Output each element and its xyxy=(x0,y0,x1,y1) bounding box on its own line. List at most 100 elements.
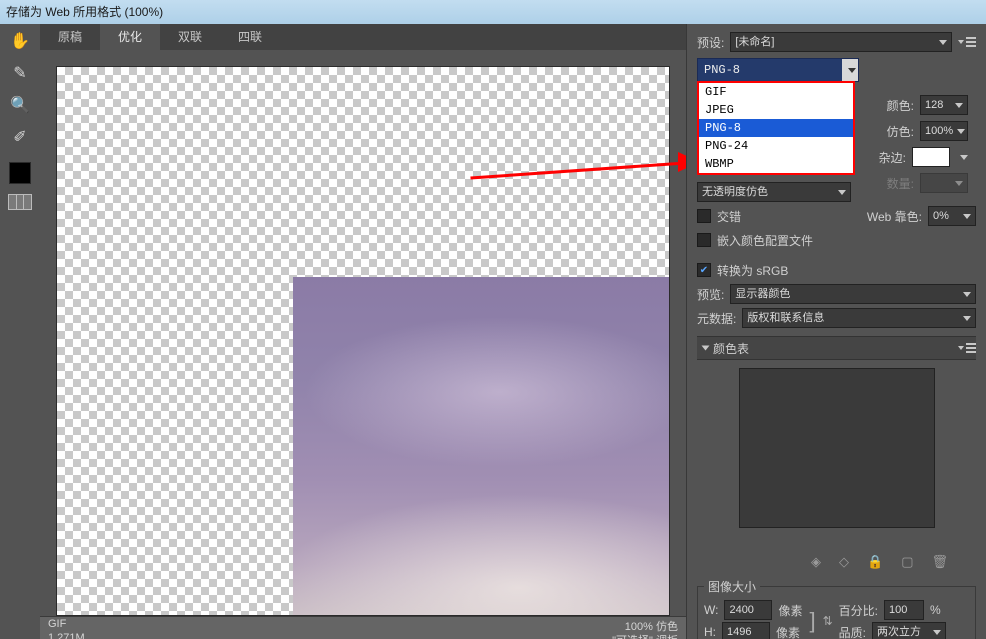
quality-value: 两次立方 xyxy=(877,622,921,639)
colors-label: 颜色: xyxy=(887,97,914,114)
preview-value: 显示器颜色 xyxy=(735,284,790,304)
format-option-wbmp[interactable]: WBMP xyxy=(699,155,853,173)
preset-label: 预设: xyxy=(697,34,724,51)
color-table-menu-button[interactable] xyxy=(958,342,976,354)
ct-lock-icon[interactable]: 🔒 xyxy=(867,554,883,570)
canvas[interactable] xyxy=(56,66,670,616)
hand-tool-icon[interactable]: ✋ xyxy=(7,30,33,52)
chevron-down-icon xyxy=(963,214,971,219)
settings-panel: 预设: [未命名] PNG-8 GIF JPEG PNG-8 PNG-24 WB… xyxy=(686,24,986,639)
ct-btn-1[interactable]: ◈ xyxy=(811,554,821,570)
quality-select[interactable]: 两次立方 xyxy=(872,622,946,639)
color-table-header[interactable]: 颜色表 xyxy=(697,336,976,360)
format-option-png8[interactable]: PNG-8 xyxy=(699,119,853,137)
zoom-tool-icon[interactable]: 🔍 xyxy=(7,94,33,116)
metadata-value: 版权和联系信息 xyxy=(747,308,824,328)
colors-select[interactable]: 128 xyxy=(920,95,968,115)
dither-value: 100% xyxy=(925,121,953,141)
slice-visibility-icon[interactable] xyxy=(8,194,32,210)
convert-srgb-label: 转换为 sRGB xyxy=(717,262,788,279)
height-unit: 像素 xyxy=(776,624,800,639)
height-label: H: xyxy=(704,625,716,639)
interlaced-label: 交错 xyxy=(717,208,741,225)
convert-srgb-checkbox[interactable]: ✔ xyxy=(697,263,711,277)
embed-profile-label: 嵌入颜色配置文件 xyxy=(717,232,813,249)
chevron-down-icon xyxy=(838,190,846,195)
chevron-down-icon xyxy=(963,292,971,297)
quality-label: 品质: xyxy=(839,624,866,639)
width-input[interactable] xyxy=(724,600,772,620)
status-palette: "可选择" 调板 xyxy=(612,632,678,639)
percent-label: 百分比: xyxy=(839,602,878,619)
center-column: 原稿 优化 双联 四联 GIF 1.271M 100% 仿色 "可选择" 调板 xyxy=(40,24,686,639)
ct-new-icon[interactable]: ▢ xyxy=(901,554,913,570)
tab-optimized[interactable]: 优化 xyxy=(100,24,160,50)
height-input[interactable] xyxy=(722,622,770,639)
tab-4up[interactable]: 四联 xyxy=(220,24,280,50)
format-select[interactable]: PNG-8 xyxy=(697,58,859,82)
eyedropper-tool-icon[interactable]: ✐ xyxy=(7,126,33,148)
collapse-icon xyxy=(702,346,710,351)
chevron-down-icon xyxy=(955,181,963,186)
format-option-jpeg[interactable]: JPEG xyxy=(699,101,853,119)
image-size-group: 图像大小 W: 像素 H: 像素 ] ⇅ xyxy=(697,578,976,639)
width-label: W: xyxy=(704,603,718,617)
format-option-png24[interactable]: PNG-24 xyxy=(699,137,853,155)
matte-label: 杂边: xyxy=(879,149,906,166)
tab-original[interactable]: 原稿 xyxy=(40,24,100,50)
embed-profile-checkbox[interactable] xyxy=(697,233,711,247)
tab-2up[interactable]: 双联 xyxy=(160,24,220,50)
image-content xyxy=(293,277,669,615)
dither-select[interactable]: 100% xyxy=(920,121,968,141)
width-unit: 像素 xyxy=(778,602,802,619)
chevron-down-icon[interactable] xyxy=(960,155,968,160)
status-filesize: 1.271M xyxy=(48,632,85,639)
preset-value: [未命名] xyxy=(735,32,774,52)
amount-label: 数量: xyxy=(887,175,914,192)
link-bracket: ] xyxy=(809,612,815,630)
tool-strip: ✋ ✎ 🔍 ✐ xyxy=(0,24,40,639)
web-snap-select[interactable]: 0% xyxy=(928,206,976,226)
web-snap-value: 0% xyxy=(933,206,949,226)
format-option-gif[interactable]: GIF xyxy=(699,83,853,101)
chevron-down-icon xyxy=(955,103,963,108)
transparency-dither-value: 无透明度仿色 xyxy=(702,182,768,202)
format-dropdown-list: GIF JPEG PNG-8 PNG-24 WBMP xyxy=(697,81,855,175)
color-table-label: 颜色表 xyxy=(713,340,749,357)
percent-sign: % xyxy=(930,603,941,617)
preview-select[interactable]: 显示器颜色 xyxy=(730,284,976,304)
preset-menu-button[interactable] xyxy=(958,36,976,48)
chevron-down-icon xyxy=(957,129,965,134)
percent-input[interactable] xyxy=(884,600,924,620)
amount-select xyxy=(920,173,968,193)
metadata-label: 元数据: xyxy=(697,310,736,327)
preview-label: 预览: xyxy=(697,286,724,303)
color-table-area xyxy=(697,360,976,552)
status-bar: GIF 1.271M 100% 仿色 "可选择" 调板 xyxy=(40,616,686,639)
preset-select[interactable]: [未命名] xyxy=(730,32,952,52)
interlaced-checkbox[interactable] xyxy=(697,209,711,223)
ct-trash-icon[interactable]: 🗑 xyxy=(931,554,948,570)
color-swatch[interactable] xyxy=(9,162,31,184)
slice-tool-icon[interactable]: ✎ xyxy=(7,62,33,84)
colors-value: 128 xyxy=(925,95,943,115)
ct-btn-2[interactable]: ◇ xyxy=(839,554,849,570)
link-icon[interactable]: ⇅ xyxy=(823,614,833,628)
preview-tabs: 原稿 优化 双联 四联 xyxy=(40,24,686,50)
web-snap-label: Web 靠色: xyxy=(867,208,922,225)
metadata-select[interactable]: 版权和联系信息 xyxy=(742,308,976,328)
color-table-box[interactable] xyxy=(739,368,935,528)
color-table-buttons: ◈ ◇ 🔒 ▢ 🗑 xyxy=(697,552,976,574)
canvas-area xyxy=(40,50,686,616)
format-options-column: 颜色: 128 仿色: 100% 杂边: 数量: xyxy=(860,94,968,194)
format-dropdown-button[interactable] xyxy=(842,59,858,81)
chevron-down-icon xyxy=(963,316,971,321)
matte-swatch[interactable] xyxy=(912,147,950,167)
chevron-down-icon xyxy=(933,630,941,635)
status-format: GIF xyxy=(48,618,66,630)
transparency-dither-select[interactable]: 无透明度仿色 xyxy=(697,182,851,202)
format-value: PNG-8 xyxy=(704,63,740,77)
chevron-down-icon xyxy=(939,40,947,45)
dither-label: 仿色: xyxy=(887,123,914,140)
window-title: 存储为 Web 所用格式 (100%) xyxy=(0,0,986,24)
